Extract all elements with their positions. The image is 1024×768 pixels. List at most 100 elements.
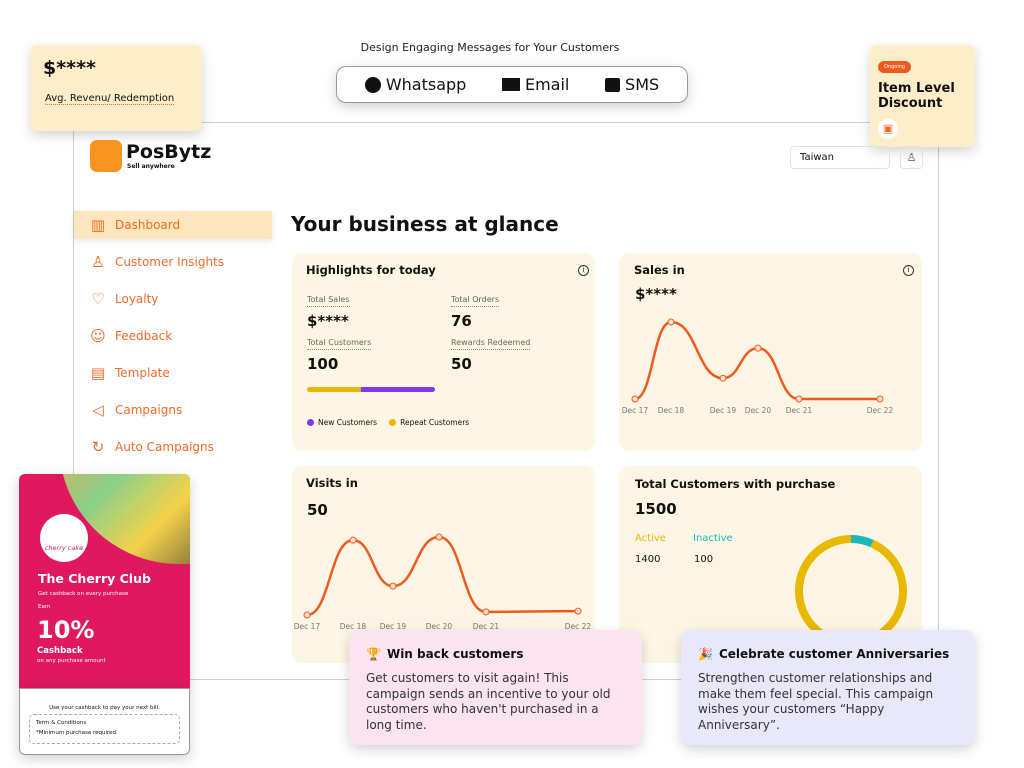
customers-title: Total Customers with purchase [635,477,836,491]
promo-text: Get customers to visit again! This campa… [366,671,611,732]
series-line [306,535,579,617]
data-point-dec-17[interactable] [303,611,311,619]
legend-repeat: Repeat Customers [400,418,470,427]
page-title: Your business at glance [291,212,559,236]
document-icon: ▤ [90,364,106,382]
channel-email[interactable]: Email [501,75,570,94]
sms-icon [605,77,621,92]
promo-title: Celebrate customer Anniversaries [718,647,950,661]
sidebar-item-label: Loyalty [115,292,159,306]
cashback-percent: 10% [37,616,95,644]
inactive-value: 100 [694,554,714,565]
customers-value: 1500 [635,500,677,518]
cherry-footer: Use your cashback to pay your next bill. [49,705,160,711]
sidebar-item-customer-insights[interactable]: ♙ Customer Insights [74,248,272,276]
sidebar-item-feedback[interactable]: ☺ Feedback [74,322,272,350]
data-point-dec-19[interactable] [389,582,397,590]
sidebar-item-label: Customer Insights [115,255,225,269]
x-tick-label: Dec 19 [710,406,737,415]
x-tick-label: Dec 22 [867,406,894,415]
active-value: 1400 [635,554,661,565]
legend-dot-new [307,419,314,426]
new-segment [360,387,435,392]
smile-icon: ☺ [90,327,106,345]
megaphone-icon: ◁ [92,401,104,419]
donut-slice-active[interactable] [795,535,907,647]
cherry-terms: Use your cashback to pay your next bill.… [19,688,190,755]
channel-sms[interactable]: SMS [605,75,659,94]
sidebar-item-auto-campaigns[interactable]: ↻ Auto Campaigns [74,433,272,461]
channel-selector: Whatsapp Email SMS [336,66,688,103]
info-icon[interactable]: i [578,265,589,276]
promo-anniversary[interactable]: 🎉 Celebrate customer Anniversaries Streng… [681,630,975,745]
item-discount-card[interactable]: Ongoing Item Level Discount ▣ [870,45,975,147]
avg-revenue-label: Avg. Revenu/ Redemption [45,93,175,105]
club-title: The Cherry Club [38,571,151,586]
data-point-dec-22[interactable] [574,607,582,615]
x-tick-label: Dec 21 [786,406,813,415]
party-icon: 🎉 [698,647,713,661]
avg-revenue-value: $**** [43,57,96,79]
logo-text: cherry cake [44,544,84,552]
sidebar-item-label: Auto Campaigns [115,440,214,454]
x-tick-label: Dec 18 [658,406,685,415]
total-customers-value: 100 [307,355,339,373]
donut-slice-inactive[interactable] [850,535,874,548]
data-point-dec-20[interactable] [754,344,762,352]
discount-title: Item Level Discount [878,81,955,111]
cashback-sub: on any purchase amount [37,658,106,664]
x-tick-label: Dec 20 [745,406,772,415]
chart-icon: ▥ [90,216,106,234]
sales-card: Sales in i $**** Dec 17 Dec 18 Dec 19 Dec 2… [619,253,922,451]
promo-text: Strengthen customer relationships and ma… [698,671,934,732]
highlights-card: Highlights for today i Total Sales $**** … [292,253,595,451]
series-line [634,320,880,401]
channels-heading: Design Engaging Messages for Your Custom… [360,41,620,54]
data-point-dec-20[interactable] [435,533,443,541]
data-point-dec-22[interactable] [876,395,884,403]
channel-label: Whatsapp [385,75,467,94]
data-point-dec-18[interactable] [349,536,357,544]
data-point-dec-18[interactable] [667,318,675,326]
sidebar-item-loyalty[interactable]: ♡ Loyalty [74,285,272,313]
country-select[interactable]: Taiwan [790,146,890,169]
terms-text: *Minimum purchase required. [36,730,118,736]
sidebar-item-template[interactable]: ▤ Template [74,359,272,387]
brand-tagline: Sell anywhere [127,163,175,170]
status-badge: Ongoing [878,61,912,73]
rewards-value: 50 [451,355,472,373]
avg-revenue-card: $**** Avg. Revenu/ Redemption [31,45,202,131]
rewards-label: Rewards Redeemed [451,338,531,350]
data-point-dec-17[interactable] [631,395,639,403]
user-icon: ♙ [91,253,105,271]
data-point-dec-21[interactable] [482,608,490,616]
user-icon[interactable]: ♙ [900,146,923,169]
data-point-dec-19[interactable] [719,374,727,382]
active-label: Active [635,533,666,544]
sidebar-item-label: Feedback [115,329,173,343]
whatsapp-icon [364,76,381,93]
total-orders-label: Total Orders [451,295,500,307]
brand-logo [90,140,122,172]
terms-title: Term & Conditions [36,720,87,726]
legend-dot-repeat [389,419,397,426]
club-subtitle: Get cashback on every purchase [38,591,129,597]
channel-whatsapp[interactable]: Whatsapp [364,75,467,94]
customer-split-bar [307,387,435,392]
inactive-label: Inactive [693,533,733,544]
sidebar-item-campaigns[interactable]: ◁ Campaigns [74,396,272,424]
channel-label: SMS [625,75,660,94]
sidebar-item-dashboard[interactable]: ▥ Dashboard [74,211,272,239]
total-sales-value: $**** [307,312,349,330]
legend-new: New Customers [318,418,378,427]
promo-win-back[interactable]: 🏆 Win back customers Get customers to vis… [349,630,642,745]
total-customers-label: Total Customers [307,338,372,350]
sales-line-chart: Dec 17 Dec 18 Dec 19 Dec 20 Dec 21 Dec 22 [622,318,894,415]
x-tick-label: Dec 17 [622,406,649,415]
sidebar-item-label: Campaigns [115,403,183,417]
highlights-title: Highlights for today [306,263,436,277]
data-point-dec-21[interactable] [795,395,803,403]
cherry-club-card: cherry cake The Cherry Club Get cashback… [19,474,190,688]
cherry-cake-logo: cherry cake [40,514,88,562]
channel-label: Email [524,75,570,94]
